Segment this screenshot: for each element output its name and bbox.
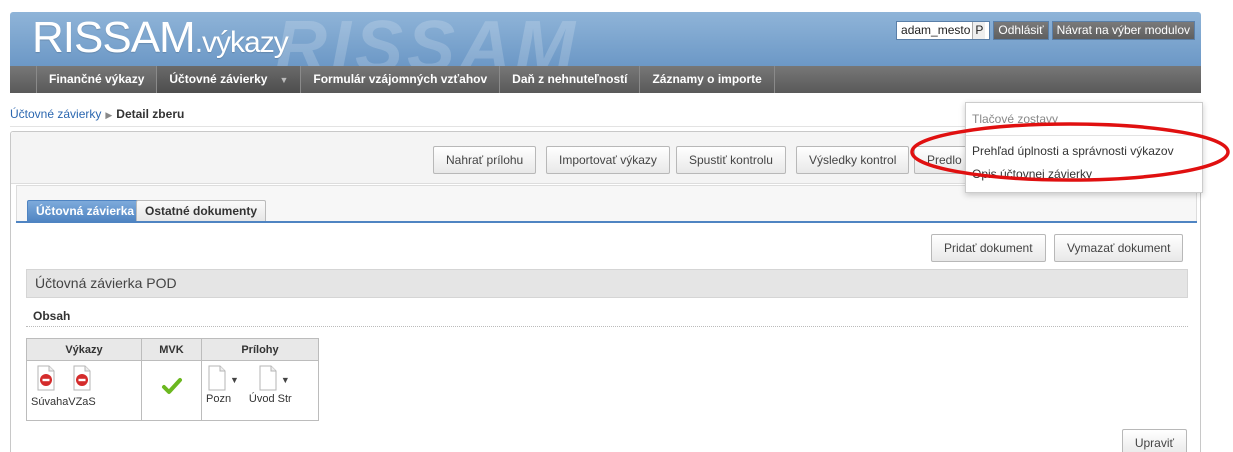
nav-label: Záznamy o importe (652, 72, 762, 86)
nav-item-property-tax[interactable]: Daň z nehnuteľností (500, 66, 641, 93)
nav-label: Účtovné závierky (169, 72, 268, 86)
chevron-down-icon: ▼ (279, 75, 289, 85)
delete-document-button[interactable]: Vymazať dokument (1054, 234, 1184, 262)
caret-down-icon[interactable]: ▼ (281, 375, 290, 385)
document-error-icon (73, 365, 91, 391)
content-label: Obsah (33, 309, 71, 323)
menu-item-completeness-overview[interactable]: Prehľad úplnosti a správnosti výkazov (972, 144, 1174, 158)
caret-down-icon[interactable]: ▼ (230, 375, 239, 385)
logout-button[interactable]: Odhlásiť (993, 21, 1049, 40)
attachments-cell: ▼ Pozn ▼ Úvod Str (201, 360, 319, 421)
add-document-button[interactable]: Pridať dokument (931, 234, 1046, 262)
tab-underline (16, 221, 1197, 223)
attachment-label: Úvod Str (248, 393, 292, 405)
report-table: Výkazy MVK Prílohy Súvaha VZaS ▼ Pozn ▼ … (26, 338, 319, 421)
nav-label: Daň z nehnuteľností (512, 72, 628, 86)
menu-item-statement-description[interactable]: Opis účtovnej závierky (972, 167, 1092, 181)
run-check-button[interactable]: Spustiť kontrolu (676, 146, 786, 174)
table-row: Súvaha VZaS ▼ Pozn ▼ Úvod Str (26, 360, 319, 421)
tab-financial-statement[interactable]: Účtovná závierka (27, 200, 144, 222)
breadcrumb: Účtovné závierky ▶ Detail zberu (10, 107, 184, 121)
app-header: RISSAM RISSAM.výkazy adam_mesto P Odhlási… (10, 12, 1201, 66)
document-error-icon (37, 365, 55, 391)
back-to-modules-button[interactable]: Návrat na výber modulov (1051, 21, 1195, 40)
main-nav: Finančné výkazy Účtovné závierky ▼ Formul… (10, 66, 1201, 93)
content-divider (26, 326, 1188, 327)
report-label: VZaS (68, 396, 96, 408)
chevron-right-icon: ▶ (105, 110, 113, 120)
username-text: adam_mesto (901, 23, 971, 37)
username-suffix: P (972, 22, 986, 39)
app-logo[interactable]: RISSAM.výkazy (32, 13, 289, 62)
check-results-button[interactable]: Výsledky kontrol (796, 146, 910, 174)
edit-button[interactable]: Upraviť (1121, 429, 1187, 452)
logo-sub: .výkazy (194, 26, 289, 59)
nav-item-mutual-relations-form[interactable]: Formulár vzájomných vzťahov (301, 66, 501, 93)
import-reports-button[interactable]: Importovať výkazy (546, 146, 670, 174)
header-watermark: RISSAM (275, 12, 580, 66)
nav-label: Finančné výkazy (49, 72, 145, 86)
checkmark-icon (161, 378, 182, 394)
report-income-statement[interactable]: VZaS (67, 365, 97, 408)
breadcrumb-current: Detail zberu (116, 107, 185, 121)
tab-other-documents[interactable]: Ostatné dokumenty (136, 200, 267, 222)
user-area: adam_mesto P Odhlásiť Návrat na výber mod… (896, 21, 1195, 40)
document-icon (259, 365, 277, 391)
dropdown-header: Tlačové zostavy (972, 112, 1059, 126)
column-header-attachments: Prílohy (201, 338, 319, 361)
report-balance-sheet[interactable]: Súvaha (31, 365, 69, 408)
username-display: adam_mesto P (896, 21, 991, 40)
report-label: Súvaha (31, 396, 69, 408)
upload-attachment-button[interactable]: Nahrať prílohu (433, 146, 537, 174)
nav-item-financial-reports[interactable]: Finančné výkazy (36, 66, 158, 93)
logo-main: RISSAM (32, 13, 196, 62)
column-header-reports: Výkazy (26, 338, 142, 361)
column-header-mvk: MVK (141, 338, 202, 361)
attachment-label: Pozn (206, 393, 232, 405)
document-icon (208, 365, 226, 391)
section-title: Účtovná závierka POD (26, 269, 1188, 298)
dropdown-divider (966, 135, 1202, 136)
nav-label: Formulár vzájomných vzťahov (313, 72, 488, 86)
print-reports-dropdown: Tlačové zostavy Prehľad úplnosti a správ… (965, 102, 1203, 193)
nav-item-financial-statements[interactable]: Účtovné závierky ▼ (157, 66, 302, 93)
attachment-notes[interactable]: ▼ Pozn (206, 365, 239, 405)
breadcrumb-link[interactable]: Účtovné závierky (10, 107, 101, 121)
reports-cell: Súvaha VZaS (26, 360, 142, 421)
attachment-intro-page[interactable]: ▼ Úvod Str (249, 365, 292, 405)
mvk-cell (141, 360, 202, 421)
nav-item-import-records[interactable]: Záznamy o importe (640, 66, 775, 93)
